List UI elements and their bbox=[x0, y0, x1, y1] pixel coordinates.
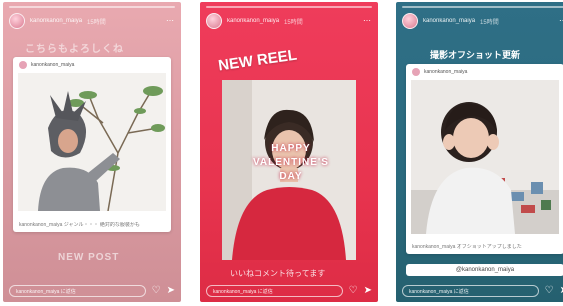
reel-caption: いいねコメント待ってます bbox=[230, 269, 326, 278]
reply-input[interactable]: kanonkanon_maiya に返信 bbox=[9, 285, 146, 297]
card-header: kanonkanon_maiya bbox=[406, 64, 563, 80]
story-progress-bar bbox=[9, 6, 175, 8]
more-icon[interactable]: ⋯ bbox=[559, 17, 563, 25]
card-username: kanonkanon_maiya bbox=[31, 62, 75, 68]
story-header: kanonkanon_maiya 15時間 ⋯ bbox=[402, 13, 563, 29]
more-icon[interactable]: ⋯ bbox=[166, 17, 175, 25]
avatar[interactable] bbox=[402, 13, 418, 29]
new-post-label: NEW POST bbox=[58, 252, 120, 263]
shared-post-card[interactable]: kanonkanon_maiya kanonkanon_maiya オフショット… bbox=[406, 64, 563, 254]
shared-post-card[interactable]: kanonkanon_maiya kanonkanon_maiya ジャンル・・… bbox=[13, 57, 171, 232]
story-progress-bar bbox=[402, 6, 563, 8]
card-caption: kanonkanon_maiya ジャンル・・・ 絶対的な服装かも bbox=[19, 222, 140, 228]
timestamp: 15時間 bbox=[480, 19, 499, 26]
story-footer: kanonkanon_maiya に返信 ♡ ➤ bbox=[206, 284, 372, 298]
username[interactable]: kanonkanon_maiya bbox=[30, 18, 82, 24]
card-avatar bbox=[412, 68, 420, 76]
reply-input[interactable]: kanonkanon_maiya に返信 bbox=[206, 285, 343, 297]
card-caption: kanonkanon_maiya オフショットアップしました bbox=[412, 244, 522, 250]
username[interactable]: kanonkanon_maiya bbox=[227, 18, 279, 24]
heart-icon[interactable]: ♡ bbox=[545, 286, 554, 296]
timestamp: 15時間 bbox=[284, 19, 303, 26]
post-photo bbox=[18, 73, 166, 211]
username[interactable]: kanonkanon_maiya bbox=[423, 18, 475, 24]
story-header: kanonkanon_maiya 15時間 ⋯ bbox=[206, 13, 372, 29]
more-icon[interactable]: ⋯ bbox=[363, 17, 372, 25]
post-photo bbox=[411, 80, 559, 234]
card-header: kanonkanon_maiya bbox=[13, 57, 171, 73]
send-icon[interactable]: ➤ bbox=[167, 286, 175, 296]
story-card-1[interactable]: kanonkanon_maiya 15時間 ⋯ こちらもよろしくね kanonk… bbox=[3, 2, 181, 302]
story-header: kanonkanon_maiya 15時間 ⋯ bbox=[9, 13, 175, 29]
story-headline: こちらもよろしくね bbox=[25, 44, 124, 55]
story-progress-bar bbox=[206, 6, 372, 8]
story-card-3[interactable]: kanonkanon_maiya 15時間 ⋯ 撮影オフショット更新 kanon… bbox=[396, 2, 563, 302]
avatar[interactable] bbox=[9, 13, 25, 29]
offshot-headline: 撮影オフショット更新 bbox=[430, 50, 521, 60]
valentines-overlay-text: HAPPY VALENTINE'S DAY bbox=[253, 143, 329, 182]
mention-sticker[interactable]: @kanonkanon_maiya bbox=[406, 264, 563, 276]
story-footer: kanonkanon_maiya に返信 ♡ ➤ bbox=[9, 284, 175, 298]
send-icon[interactable]: ➤ bbox=[364, 286, 372, 296]
new-reel-title: NEW REEL bbox=[217, 46, 298, 75]
send-icon[interactable]: ➤ bbox=[560, 286, 563, 296]
timestamp: 15時間 bbox=[87, 19, 106, 26]
reply-input[interactable]: kanonkanon_maiya に返信 bbox=[402, 285, 539, 297]
heart-icon[interactable]: ♡ bbox=[152, 286, 161, 296]
card-avatar bbox=[19, 61, 27, 69]
story-footer: kanonkanon_maiya に返信 ♡ ➤ bbox=[402, 284, 563, 298]
card-username: kanonkanon_maiya bbox=[424, 69, 468, 75]
heart-icon[interactable]: ♡ bbox=[349, 286, 358, 296]
story-card-2[interactable]: kanonkanon_maiya 15時間 ⋯ NEW REEL HAPPY V… bbox=[200, 2, 378, 302]
avatar[interactable] bbox=[206, 13, 222, 29]
